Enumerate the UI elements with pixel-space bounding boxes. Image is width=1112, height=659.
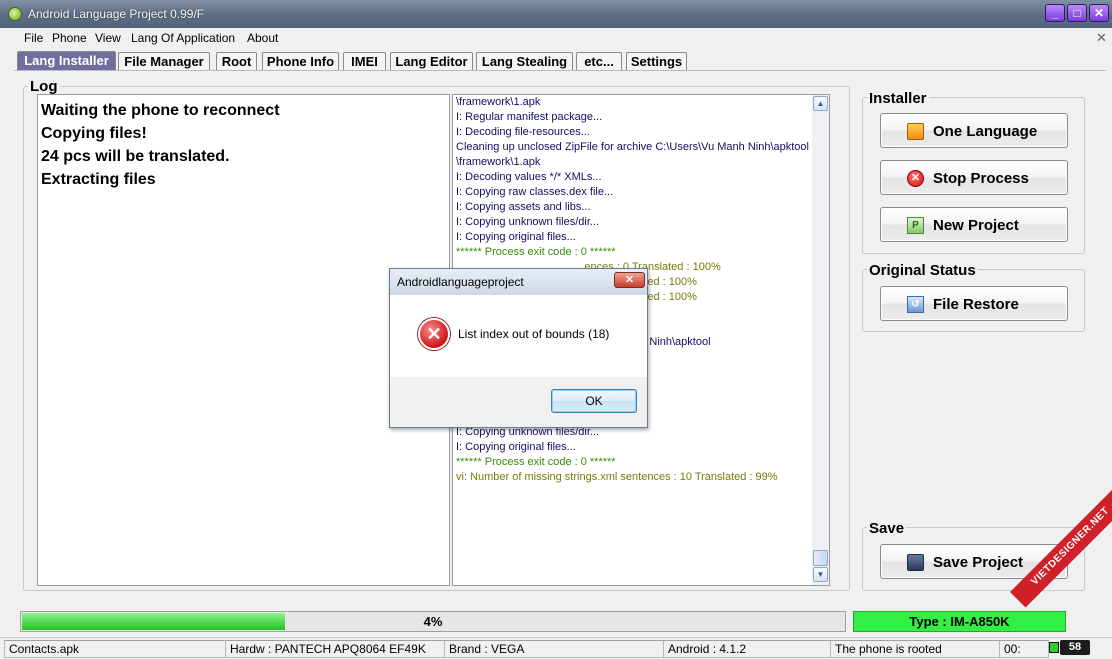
file-restore-label: File Restore: [933, 296, 1019, 313]
close-icon: ✕: [624, 274, 635, 286]
log-detail-line: I: Regular manifest package...: [456, 111, 603, 123]
log-label: Log: [28, 78, 60, 95]
restore-icon: ↺: [907, 296, 924, 313]
status-file: Contacts.apk: [4, 640, 226, 658]
menu-about[interactable]: About: [247, 31, 278, 45]
tab-lang-editor[interactable]: Lang Editor: [390, 52, 473, 70]
stop-process-button[interactable]: ✕ Stop Process: [880, 160, 1068, 195]
menu-bar: File Phone View Lang Of Application Abou…: [0, 28, 1112, 48]
new-project-label: New Project: [933, 217, 1019, 234]
one-language-label: One Language: [933, 123, 1038, 140]
maximize-button[interactable]: □: [1067, 4, 1087, 22]
battery-level: 58: [1060, 640, 1090, 655]
tab-etc[interactable]: etc...: [576, 52, 622, 70]
log-detail-line: I: Decoding values */* XMLs...: [456, 171, 602, 183]
menu-file[interactable]: File: [24, 31, 43, 45]
log-detail-line: ****** Process exit code : 0 ******: [456, 456, 616, 468]
dialog-title-bar[interactable]: Androidlanguageproject ✕: [390, 269, 647, 295]
save-label: Save: [867, 520, 907, 537]
original-status-label: Original Status: [867, 262, 978, 279]
menu-view[interactable]: View: [95, 31, 121, 45]
log-summary-line: Extracting files: [41, 171, 156, 188]
tab-imei[interactable]: IMEI: [343, 52, 386, 70]
file-restore-button[interactable]: ↺ File Restore: [880, 286, 1068, 321]
android-app-icon: [8, 7, 22, 21]
dialog-title: Androidlanguageproject: [397, 275, 524, 289]
tab-file-manager[interactable]: File Manager: [118, 52, 210, 70]
scroll-thumb[interactable]: [813, 550, 828, 566]
menu-phone[interactable]: Phone: [52, 31, 87, 45]
new-project-button[interactable]: P New Project: [880, 207, 1068, 242]
minimize-button[interactable]: _: [1045, 4, 1065, 22]
close-icon: ✕: [1093, 6, 1105, 20]
log-detail-line: ****** Process exit code : 0 ******: [456, 246, 616, 258]
log-summary-line: 24 pcs will be translated.: [41, 148, 230, 165]
ok-button[interactable]: OK: [551, 389, 637, 413]
mdi-close-icon[interactable]: ✕: [1096, 30, 1107, 46]
stop-icon: ✕: [907, 170, 924, 187]
new-project-icon: P: [907, 217, 924, 234]
installer-label: Installer: [867, 90, 929, 107]
dialog-close-button[interactable]: ✕: [614, 272, 645, 288]
scroll-up-icon[interactable]: ▲: [813, 96, 828, 111]
device-type-badge: Type : IM-A850K: [853, 611, 1066, 632]
tab-phone-info[interactable]: Phone Info: [262, 52, 339, 70]
stop-process-label: Stop Process: [933, 170, 1029, 187]
tab-lang-stealing[interactable]: Lang Stealing: [476, 52, 573, 70]
status-hardware: Hardw : PANTECH APQ8064 EF49K: [225, 640, 445, 658]
scroll-down-icon[interactable]: ▼: [813, 567, 828, 582]
log-detail-line: vi: Number of missing strings.xml senten…: [456, 471, 778, 483]
dialog-body: ✕ List index out of bounds (18): [390, 295, 647, 377]
close-button[interactable]: ✕: [1089, 4, 1109, 22]
minimize-icon: _: [1051, 6, 1059, 20]
status-time: 00:: [999, 640, 1049, 658]
menu-lang-of-application[interactable]: Lang Of Application: [131, 31, 235, 45]
log-detail-line: \framework\1.apk: [456, 96, 541, 108]
log-detail-line: \framework\1.apk: [456, 156, 541, 168]
error-dialog[interactable]: Androidlanguageproject ✕ ✕ List index ou…: [389, 268, 648, 428]
title-bar[interactable]: Android Language Project 0.99/F _ □ ✕: [0, 0, 1112, 28]
log-summary-line: Copying files!: [41, 125, 147, 142]
language-icon: [907, 123, 924, 140]
dialog-message: List index out of bounds (18): [458, 327, 610, 341]
log-summary-line: Waiting the phone to reconnect: [41, 102, 280, 119]
log-detail-line: I: Copying raw classes.dex file...: [456, 186, 614, 198]
log-detail-line: I: Copying original files...: [456, 441, 576, 453]
error-icon: ✕: [418, 318, 450, 350]
status-brand: Brand : VEGA: [444, 640, 664, 658]
log-detail-line: I: Copying original files...: [456, 231, 576, 243]
floppy-disk-icon: [907, 554, 924, 571]
maximize-icon: □: [1073, 6, 1081, 20]
log-detail-line: Cleaning up unclosed ZipFile for archive…: [456, 141, 809, 153]
one-language-button[interactable]: One Language: [880, 113, 1068, 148]
status-android-version: Android : 4.1.2: [663, 640, 831, 658]
log-detail-line: I: Copying assets and libs...: [456, 201, 591, 213]
log-detail-line: I: Decoding file-resources...: [456, 126, 590, 138]
progress-bar: 4%: [20, 611, 846, 632]
tab-lang-installer[interactable]: Lang Installer: [17, 51, 116, 71]
save-project-label: Save Project: [933, 554, 1024, 571]
progress-text: 4%: [423, 614, 443, 629]
status-bar: Contacts.apk Hardw : PANTECH APQ8064 EF4…: [0, 637, 1112, 659]
battery-icon: [1049, 642, 1059, 653]
status-root: The phone is rooted: [830, 640, 1000, 658]
tab-root[interactable]: Root: [216, 52, 257, 70]
window-title: Android Language Project 0.99/F: [28, 7, 205, 21]
log-scrollbar[interactable]: ▲ ▼: [812, 95, 829, 585]
tab-settings[interactable]: Settings: [626, 52, 687, 70]
log-detail-line: I: Copying unknown files/dir...: [456, 216, 600, 228]
